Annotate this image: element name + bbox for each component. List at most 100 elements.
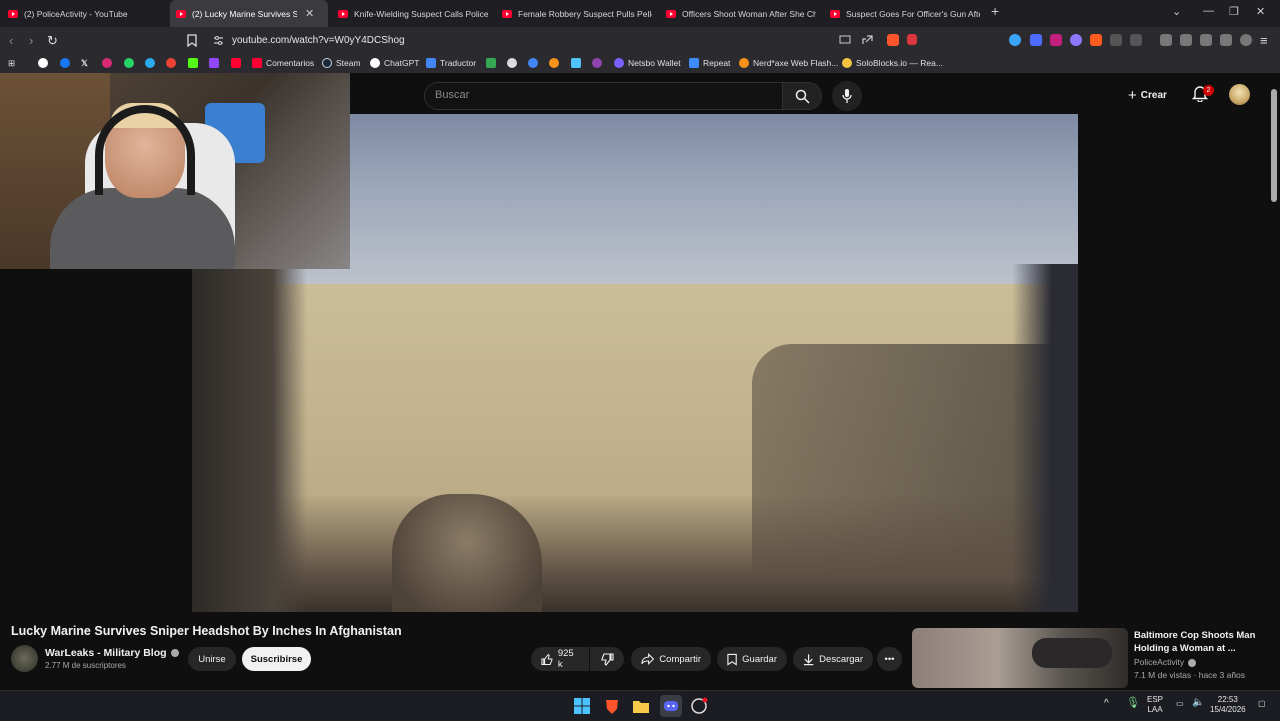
join-button[interactable]: Unirse xyxy=(188,647,236,671)
extension-sound-icon[interactable] xyxy=(1009,34,1021,46)
extension-shield-icon[interactable] xyxy=(1050,34,1062,46)
sparkle-icon[interactable] xyxy=(592,58,602,68)
more-actions-button[interactable]: ••• xyxy=(877,647,902,671)
brave-shields-icon[interactable] xyxy=(887,34,899,46)
recommended-thumbnail[interactable] xyxy=(912,628,1128,688)
channel-name[interactable]: WarLeaks - Military Blog xyxy=(45,647,179,659)
instagram-icon[interactable] xyxy=(102,58,112,68)
extension-cloud-icon[interactable] xyxy=(1070,34,1082,46)
user-avatar[interactable] xyxy=(1229,84,1250,105)
steam-taskbar-icon[interactable] xyxy=(690,697,708,715)
twitch-icon[interactable] xyxy=(209,58,219,68)
back-icon[interactable]: ‹ xyxy=(9,33,13,48)
channel-avatar[interactable] xyxy=(11,645,38,672)
clock[interactable]: 22:53 15/4/2026 xyxy=(1210,695,1246,715)
volume-icon[interactable]: 🔈 xyxy=(1192,698,1204,708)
close-window-icon[interactable]: ✕ xyxy=(1256,5,1265,18)
youtube-favicon-icon xyxy=(502,9,512,18)
x-twitter-icon[interactable]: 𝕏 xyxy=(81,58,88,69)
bitcoin-icon[interactable] xyxy=(549,58,559,68)
tab-officers-shoot[interactable]: Officers Shoot Woman After She Cha... xyxy=(666,0,816,27)
bookmark-netsbo-wallet[interactable]: Netsbo Wallet xyxy=(614,58,681,68)
bookmark-comentarios[interactable]: Comentarios xyxy=(252,58,314,68)
bookmark-page-icon[interactable] xyxy=(187,34,197,47)
telegram-icon[interactable] xyxy=(145,58,155,68)
tab-lucky-marine[interactable]: (2) Lucky Marine Survives Sni... ✕ xyxy=(170,0,328,27)
layers-icon[interactable] xyxy=(571,58,581,68)
discord-taskbar-button[interactable] xyxy=(660,695,682,717)
notifications-tray-icon[interactable]: ▢ xyxy=(1258,699,1266,709)
language-indicator[interactable]: ESP LAA xyxy=(1147,695,1163,715)
apps-grid-icon[interactable]: ⊞ xyxy=(8,58,15,69)
leo-ai-icon[interactable] xyxy=(1220,34,1232,46)
site-info-icon[interactable] xyxy=(213,35,224,46)
share-icon[interactable] xyxy=(861,34,873,46)
gmail-icon[interactable] xyxy=(166,58,176,68)
video-ground xyxy=(192,494,1078,612)
url-box[interactable]: youtube.com/watch?v=W0yY4DCShog xyxy=(205,30,930,51)
share-button[interactable]: Compartir xyxy=(631,647,711,671)
close-tab-icon[interactable]: ✕ xyxy=(305,7,314,20)
recommended-title[interactable]: Baltimore Cop Shoots Man Holding a Woman… xyxy=(1134,629,1264,655)
wallet-icon[interactable] xyxy=(1200,34,1212,46)
save-bookmark-icon xyxy=(727,653,737,666)
extension-fox-icon[interactable] xyxy=(1090,34,1102,46)
cast-icon[interactable] xyxy=(839,35,851,45)
discord-bookmark-icon[interactable] xyxy=(507,58,517,68)
voice-search-button[interactable] xyxy=(832,81,862,111)
soloblocks-icon xyxy=(842,58,852,68)
reload-icon[interactable]: ↻ xyxy=(47,33,58,49)
extension-wallet-icon[interactable] xyxy=(1130,34,1142,46)
tab-knife-suspect[interactable]: Knife-Wielding Suspect Calls Police O... xyxy=(338,0,488,27)
facebook-icon[interactable] xyxy=(60,58,70,68)
whatsapp-icon[interactable] xyxy=(124,58,134,68)
sidebar-icon[interactable] xyxy=(1180,34,1192,46)
tab-policeactivity[interactable]: (2) PoliceActivity - YouTube xyxy=(8,0,168,27)
file-explorer-icon[interactable] xyxy=(632,697,650,715)
bookmarks-bar: ⊞ 𝕏 Comentarios Steam ChatGPT Traductor … xyxy=(0,54,1280,74)
extension-translate-icon[interactable] xyxy=(1030,34,1042,46)
dislike-button[interactable] xyxy=(590,647,624,671)
bookmark-traductor[interactable]: Traductor xyxy=(426,58,476,68)
music-icon[interactable] xyxy=(1160,34,1172,46)
tab-female-robbery[interactable]: Female Robbery Suspect Pulls Pellet ... xyxy=(502,0,652,27)
chevron-down-icon[interactable]: ⌄ xyxy=(1172,5,1181,18)
maximize-icon[interactable]: ❐ xyxy=(1229,5,1239,18)
extensions-puzzle-icon[interactable] xyxy=(1110,34,1122,46)
search-button[interactable] xyxy=(782,82,822,110)
google-drive-icon[interactable] xyxy=(486,58,496,68)
page-scrollbar[interactable] xyxy=(1271,89,1277,202)
url-text[interactable]: youtube.com/watch?v=W0yY4DCShog xyxy=(232,35,405,46)
pencil-icon[interactable] xyxy=(528,58,538,68)
recommended-channel[interactable]: PoliceActivity xyxy=(1134,657,1197,667)
bookmark-soloblocks[interactable]: SoloBlocks.io — Rea... xyxy=(842,58,943,68)
headset xyxy=(95,105,195,195)
google-icon[interactable] xyxy=(38,58,48,68)
translate-icon xyxy=(426,58,436,68)
kick-icon[interactable] xyxy=(188,58,198,68)
create-button[interactable]: + Crear xyxy=(1128,87,1167,104)
microphone-tray-icon[interactable]: 🎙 xyxy=(1126,698,1140,709)
bookmark-steam[interactable]: Steam xyxy=(322,58,361,68)
like-button[interactable]: 925 k xyxy=(531,647,589,671)
brave-browser-icon[interactable] xyxy=(603,697,621,715)
windows-start-icon[interactable] xyxy=(573,697,591,715)
chatgpt-icon xyxy=(370,58,380,68)
download-button[interactable]: Descargar xyxy=(793,647,873,671)
search-input[interactable]: Buscar xyxy=(424,82,784,110)
bookmark-chatgpt[interactable]: ChatGPT xyxy=(370,58,419,68)
new-tab-icon[interactable]: + xyxy=(991,3,999,19)
tab-suspect-gun[interactable]: Suspect Goes For Officer's Gun After ... xyxy=(830,0,980,27)
forward-icon[interactable]: › xyxy=(29,33,33,48)
minimize-icon[interactable]: — xyxy=(1203,5,1214,17)
network-icon[interactable]: ▭ xyxy=(1176,699,1184,709)
vpn-icon[interactable] xyxy=(1240,34,1252,46)
save-button[interactable]: Guardar xyxy=(717,647,787,671)
subscribe-button[interactable]: Suscribirse xyxy=(242,647,311,671)
youtube-icon[interactable] xyxy=(231,58,241,68)
bookmark-repeat[interactable]: Repeat xyxy=(689,58,730,68)
tray-chevron-icon[interactable]: ^ xyxy=(1104,699,1109,709)
bookmark-nerdaxe[interactable]: Nerd*axe Web Flash... xyxy=(739,58,838,68)
brave-rewards-icon[interactable] xyxy=(907,34,917,45)
menu-icon[interactable]: ≡ xyxy=(1260,33,1268,48)
